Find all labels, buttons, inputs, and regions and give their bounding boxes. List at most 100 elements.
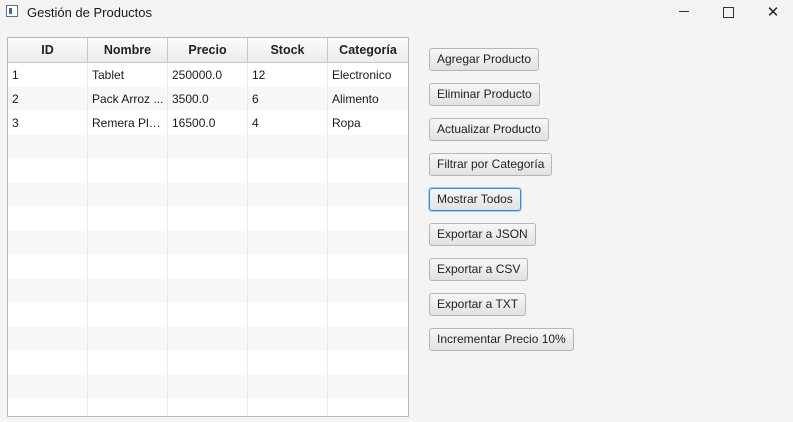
table-cell: Remera Playa: [88, 111, 168, 135]
table-row[interactable]: 2 Pack Arroz ... 3500.0 6 Alimento: [8, 87, 408, 111]
table-cell: [328, 351, 408, 375]
table-cell: [328, 159, 408, 183]
table-cell: [328, 375, 408, 399]
table-cell: [168, 135, 248, 159]
table-row[interactable]: [8, 303, 408, 327]
table-cell: [8, 135, 88, 159]
column-header-precio[interactable]: Precio: [168, 38, 248, 62]
table-header: ID Nombre Precio Stock Categoría: [8, 38, 408, 63]
table-cell: [248, 207, 328, 231]
txt-button[interactable]: Exportar a TXT: [429, 293, 527, 316]
table-row[interactable]: [8, 183, 408, 207]
table-cell: [88, 279, 168, 303]
title-bar: Gestión de Productos ✕: [0, 0, 793, 26]
table-cell: [248, 327, 328, 351]
table-cell: [168, 375, 248, 399]
table-cell: [248, 183, 328, 207]
csv-button[interactable]: Exportar a CSV: [429, 258, 529, 281]
table-body: 1 Tablet 250000.0 12 Electronico 2 Pack Arroz…: [8, 63, 408, 416]
table-cell: Electronico: [332, 68, 392, 82]
table-cell: [248, 159, 328, 183]
table-cell: [168, 279, 248, 303]
table-cell: [8, 231, 88, 255]
table-cell: [88, 327, 168, 351]
table-cell: [328, 399, 408, 416]
table-cell: [328, 135, 408, 159]
table-cell: [168, 183, 248, 207]
table-cell: [168, 351, 248, 375]
table-cell: 2: [8, 87, 88, 111]
table-cell: [88, 351, 168, 375]
table-cell: [328, 255, 408, 279]
mostrar-button[interactable]: Mostrar Todos: [429, 188, 521, 211]
table-cell: [168, 303, 248, 327]
table-row[interactable]: [8, 207, 408, 231]
table-cell: [248, 351, 328, 375]
column-header-id[interactable]: ID: [8, 38, 88, 62]
table-row[interactable]: 3 Remera Playa 16500.0 4 Ropa: [8, 111, 408, 135]
table-cell: Tablet: [88, 63, 168, 87]
table-cell: [88, 303, 168, 327]
eliminar-button[interactable]: Eliminar Producto: [429, 83, 540, 106]
table-row[interactable]: [8, 399, 408, 416]
table-cell: [248, 135, 328, 159]
table-cell: [88, 255, 168, 279]
window-title: Gestión de Productos: [27, 5, 153, 20]
table-cell: [8, 159, 88, 183]
table-row[interactable]: [8, 279, 408, 303]
table-cell: 1: [8, 63, 88, 87]
incrementar-button[interactable]: Incrementar Precio 10%: [429, 328, 574, 351]
table-cell: [248, 375, 328, 399]
table-cell: [168, 159, 248, 183]
table-cell: 12: [248, 63, 328, 87]
table-cell: [168, 207, 248, 231]
table-cell: [8, 279, 88, 303]
app-icon: [6, 5, 18, 17]
column-header-categoria[interactable]: Categoría: [328, 38, 408, 62]
table-row[interactable]: [8, 351, 408, 375]
table-cell: [248, 279, 328, 303]
table-row[interactable]: [8, 255, 408, 279]
table-cell: 3500.0: [168, 87, 248, 111]
table-cell: [88, 135, 168, 159]
table-cell: 6: [248, 87, 328, 111]
products-table[interactable]: ID Nombre Precio Stock Categoría 1 Tablet…: [7, 37, 409, 417]
table-cell: [328, 231, 408, 255]
table-cell: [248, 231, 328, 255]
table-cell: [88, 207, 168, 231]
table-row[interactable]: [8, 327, 408, 351]
table-cell: [248, 303, 328, 327]
table-cell: [168, 327, 248, 351]
table-row[interactable]: 1 Tablet 250000.0 12 Electronico: [8, 63, 408, 87]
table-row[interactable]: [8, 135, 408, 159]
maximize-button[interactable]: [705, 0, 751, 24]
column-header-nombre[interactable]: Nombre: [88, 38, 168, 62]
table-cell: [8, 375, 88, 399]
table-cell: Ropa: [332, 116, 361, 130]
table-cell: [88, 159, 168, 183]
table-row[interactable]: [8, 231, 408, 255]
minimize-icon: [679, 10, 689, 12]
table-cell: Pack Arroz ...: [88, 87, 168, 111]
table-row[interactable]: [8, 375, 408, 399]
minimize-button[interactable]: [661, 0, 707, 24]
table-cell: [88, 183, 168, 207]
actualizar-button[interactable]: Actualizar Producto: [429, 118, 550, 141]
table-cell: [8, 303, 88, 327]
filtrar-button[interactable]: Filtrar por Categoría: [429, 153, 553, 176]
table-cell: [8, 351, 88, 375]
table-cell: [8, 399, 88, 416]
table-cell: 16500.0: [168, 111, 248, 135]
table-cell: [328, 183, 408, 207]
table-cell: [328, 279, 408, 303]
agregar-button[interactable]: Agregar Producto: [429, 48, 540, 71]
close-button[interactable]: ✕: [750, 0, 793, 24]
json-button[interactable]: Exportar a JSON: [429, 223, 536, 246]
table-cell: [248, 255, 328, 279]
table-cell: [168, 231, 248, 255]
table-cell: [248, 399, 328, 416]
table-row[interactable]: [8, 159, 408, 183]
table-cell: Alimento: [332, 92, 379, 106]
table-cell: [8, 255, 88, 279]
column-header-stock[interactable]: Stock: [248, 38, 328, 62]
